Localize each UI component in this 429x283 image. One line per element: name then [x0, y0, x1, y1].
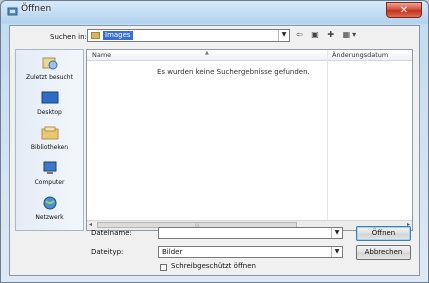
place-label: Computer	[34, 179, 65, 186]
file-list[interactable]: Name ▲ Änderungsdatum Es wurden keine Su…	[86, 49, 413, 231]
place-libraries[interactable]: Bibliotheken	[16, 126, 83, 151]
new-folder-icon[interactable]: ✚	[327, 30, 336, 39]
lookin-combobox[interactable]: Images ▼	[87, 29, 290, 42]
column-header-name[interactable]: Name	[92, 51, 111, 59]
place-network[interactable]: Netzwerk	[16, 196, 83, 221]
filetype-value: Bilder	[162, 248, 183, 256]
cancel-button[interactable]: Abbrechen	[356, 245, 411, 260]
readonly-checkbox-label[interactable]: Schreibgeschützt öffnen	[171, 262, 256, 270]
open-dialog: Öffnen ✕ Suchen in: Images ▼ ⇦ ▣ ✚ ▦▾ Zu…	[0, 0, 429, 283]
filename-label: Dateiname:	[91, 229, 132, 237]
computer-icon	[43, 161, 56, 174]
filetype-select[interactable]: Bilder ▼	[158, 246, 343, 258]
scroll-left-icon[interactable]: ◂	[89, 221, 92, 228]
window-title: Öffnen	[21, 4, 52, 14]
back-icon[interactable]: ⇦	[296, 30, 305, 39]
app-icon	[7, 7, 18, 16]
libraries-icon	[41, 126, 58, 140]
column-header-date[interactable]: Änderungsdatum	[332, 51, 388, 59]
folder-icon	[91, 32, 100, 39]
desktop-icon	[41, 91, 58, 104]
filename-input[interactable]: ▼	[158, 227, 343, 239]
chevron-down-icon[interactable]: ▼	[278, 30, 289, 41]
lookin-value: Images	[103, 31, 133, 40]
recent-places-icon	[42, 57, 57, 70]
open-button[interactable]: Öffnen	[356, 226, 411, 241]
place-desktop[interactable]: Desktop	[16, 91, 83, 116]
close-button[interactable]: ✕	[386, 2, 422, 18]
column-divider[interactable]	[327, 50, 328, 230]
dialog-body: Suchen in: Images ▼ ⇦ ▣ ✚ ▦▾ Zuletzt bes…	[9, 25, 420, 276]
up-folder-icon[interactable]: ▣	[311, 30, 321, 39]
place-label: Desktop	[37, 109, 62, 116]
readonly-checkbox[interactable]	[160, 264, 167, 271]
empty-message: Es wurden keine Suchergebnisse gefunden.	[157, 68, 310, 76]
chevron-down-icon[interactable]: ▼	[331, 228, 342, 238]
view-menu-icon[interactable]: ▦▾	[343, 30, 359, 39]
place-label: Zuletzt besucht	[26, 74, 73, 81]
filetype-label: Dateityp:	[91, 248, 124, 256]
list-header: Name ▲ Änderungsdatum	[87, 50, 412, 61]
places-bar: Zuletzt besucht Desktop Bibliotheken Com…	[15, 49, 84, 231]
network-icon	[43, 196, 56, 210]
lookin-label: Suchen in:	[50, 33, 87, 41]
chevron-down-icon[interactable]: ▼	[331, 247, 342, 257]
place-label: Bibliotheken	[30, 144, 69, 151]
close-icon: ✕	[399, 5, 409, 16]
place-recent[interactable]: Zuletzt besucht	[16, 56, 83, 81]
place-computer[interactable]: Computer	[16, 161, 83, 186]
sort-arrow-icon: ▲	[205, 50, 209, 56]
place-label: Netzwerk	[35, 214, 64, 221]
toolbar: ⇦ ▣ ✚ ▦▾	[296, 30, 360, 39]
title-bar[interactable]: Öffnen ✕	[1, 1, 428, 23]
